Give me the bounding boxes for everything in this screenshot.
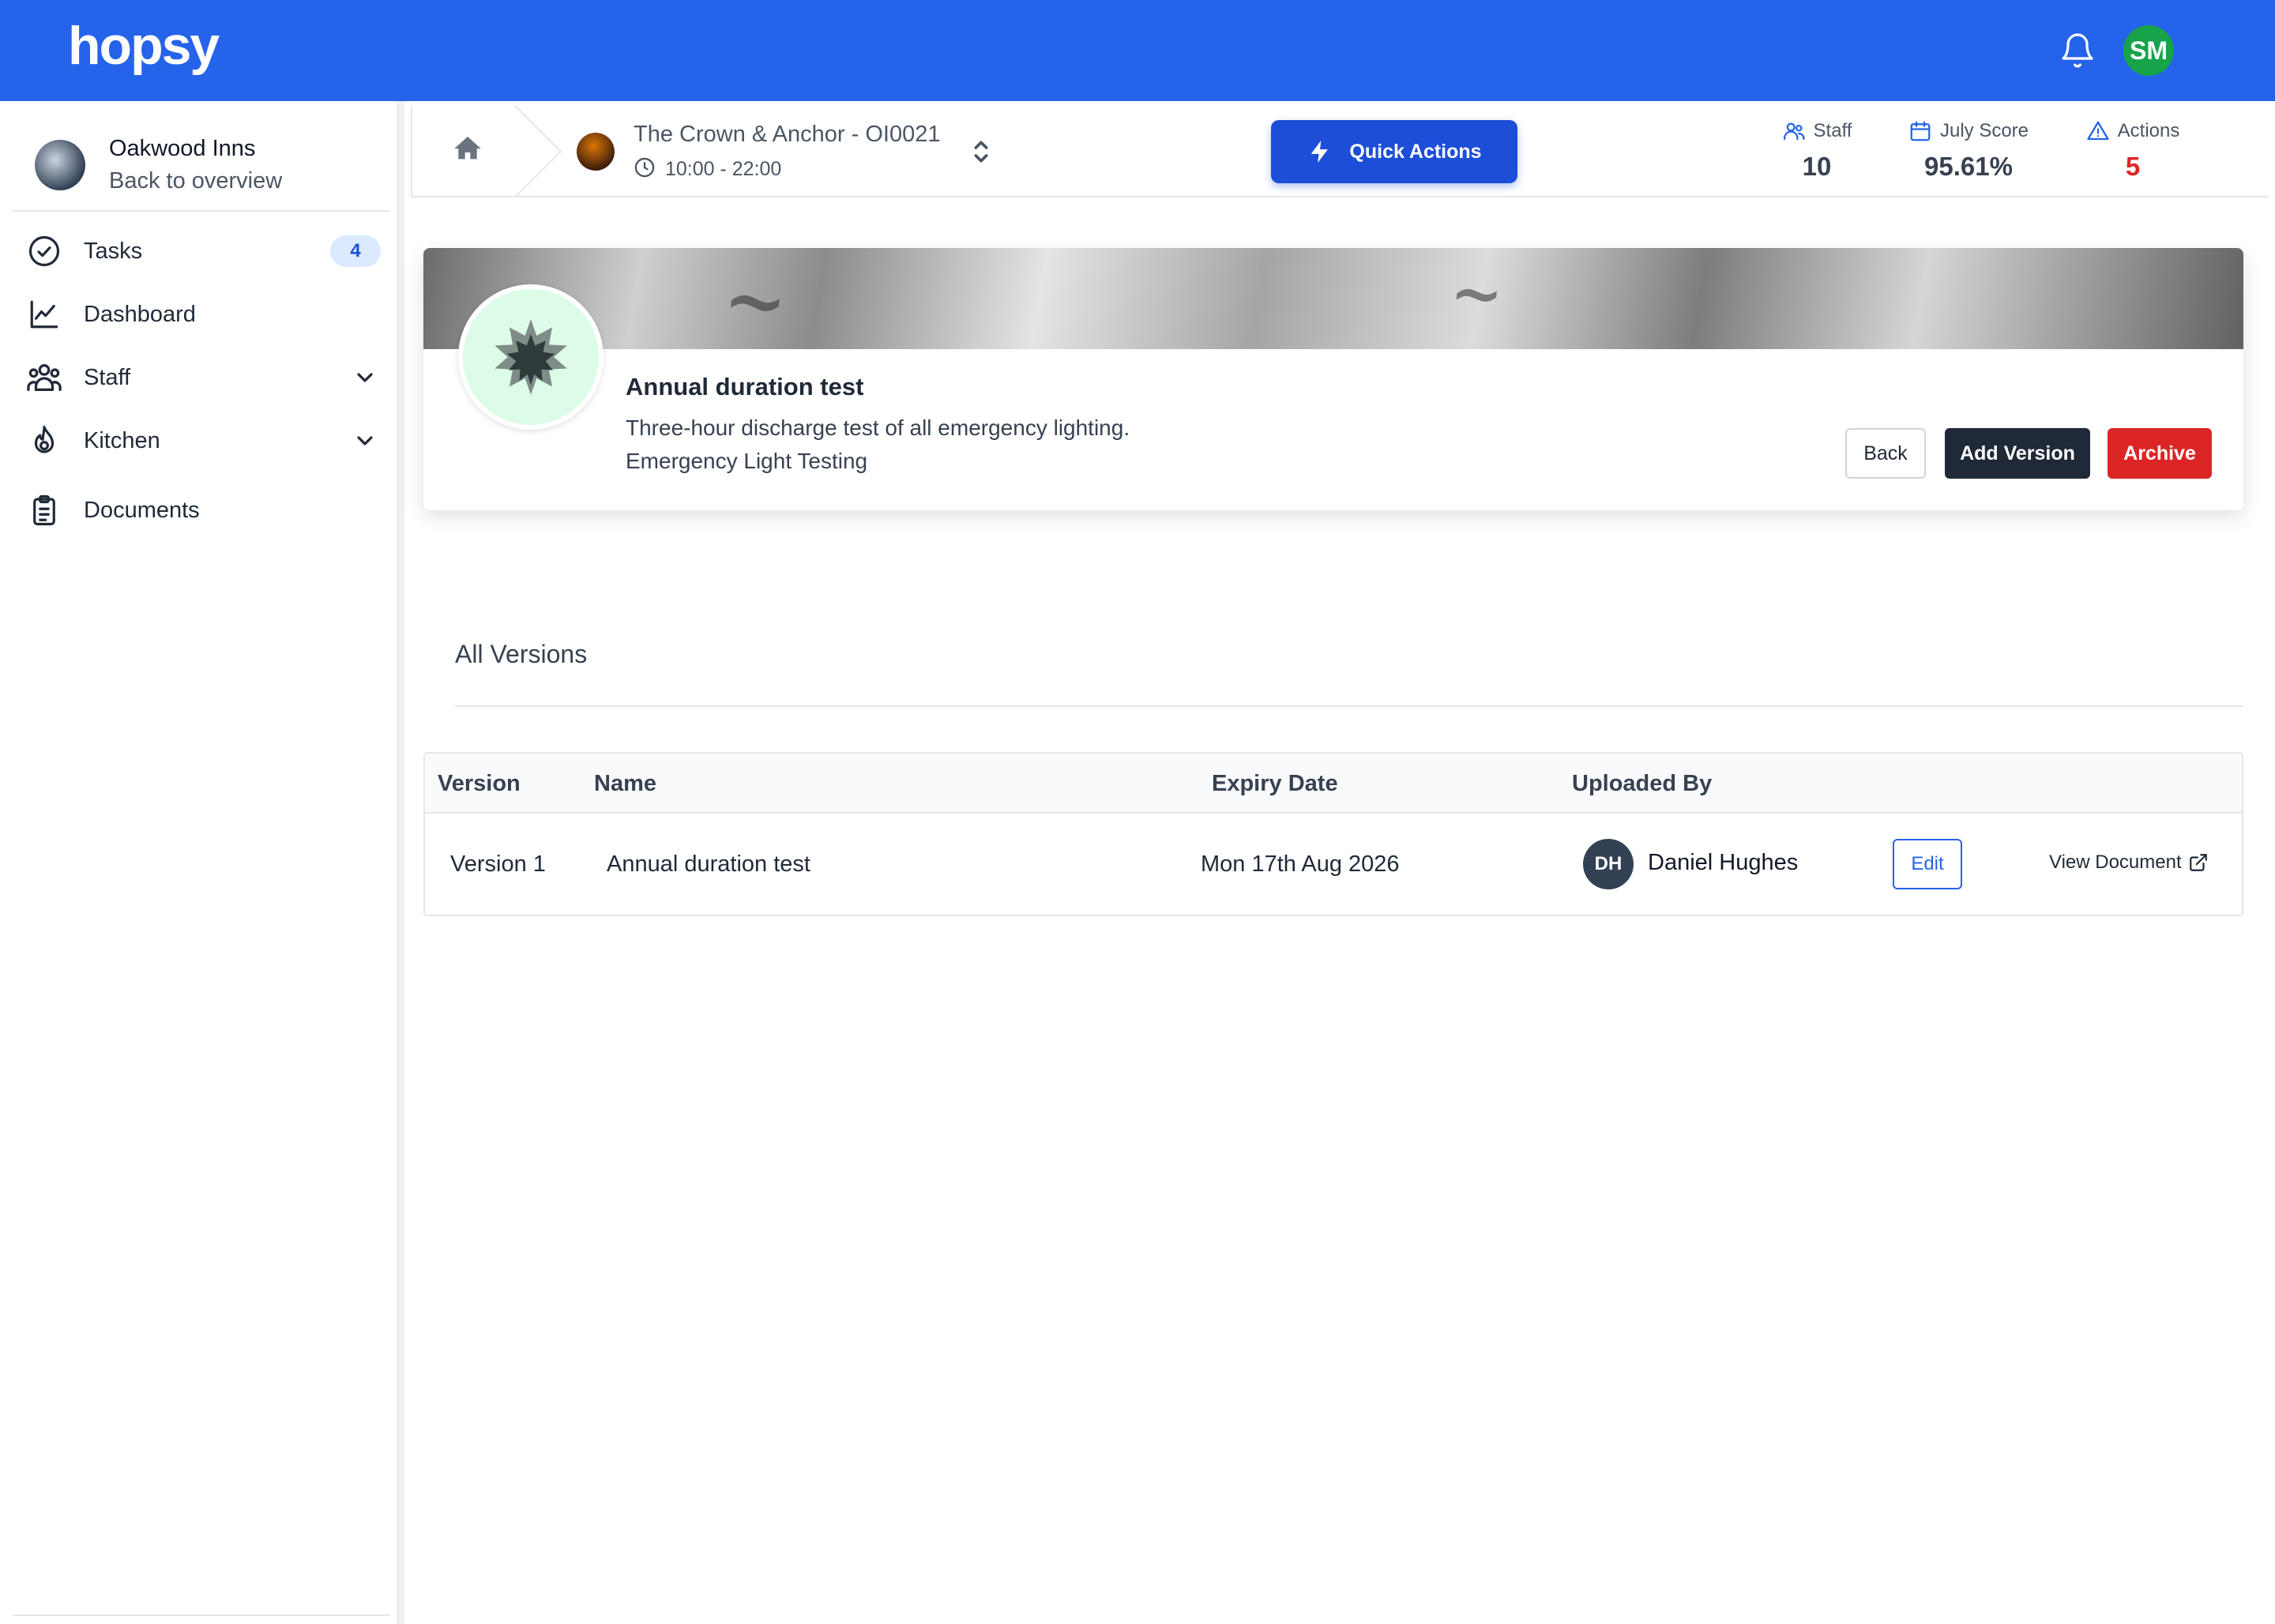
document-category: Emergency Light Testing — [626, 449, 868, 473]
sidebar-item-label: Documents — [84, 497, 200, 523]
check-circle-icon — [25, 232, 63, 270]
edit-button[interactable]: Edit — [1893, 839, 1962, 889]
clock-icon — [634, 156, 656, 182]
column-header-expiry: Expiry Date — [1212, 771, 1338, 796]
name-cell: Annual duration test — [607, 851, 810, 877]
stat-value: 10 — [1802, 152, 1832, 181]
chevron-down-icon[interactable] — [349, 425, 381, 457]
sidebar-item-kitchen[interactable]: Kitchen — [25, 415, 381, 466]
stat-label: July Score — [1939, 120, 2029, 141]
users-icon — [1783, 122, 1805, 141]
sidebar-divider — [13, 210, 390, 212]
sidebar-item-label: Kitchen — [84, 427, 160, 453]
org-switcher[interactable]: Oakwood Inns Back to overview — [35, 133, 282, 197]
column-header-name: Name — [594, 771, 656, 796]
uploader-name: Daniel Hughes — [1648, 850, 1799, 875]
quick-actions-label: Quick Actions — [1349, 140, 1482, 163]
bell-icon[interactable] — [2059, 32, 2096, 70]
document-badge-icon — [458, 284, 604, 430]
sidebar-item-label: Staff — [84, 364, 131, 390]
section-title: All Versions — [455, 640, 588, 668]
sidebar: Oakwood Inns Back to overview Tasks 4 Da… — [0, 101, 404, 1624]
versions-table: Version Name Expiry Date Uploaded By Ver… — [423, 752, 2243, 916]
external-link-icon — [2189, 854, 2207, 871]
sidebar-item-staff[interactable]: Staff — [25, 352, 381, 403]
view-document-label: View Document — [2049, 851, 2182, 873]
site-switcher-icon[interactable] — [965, 136, 997, 167]
site-header: The Crown & Anchor - OI0021 10:00 - 22:0… — [411, 106, 2269, 197]
site-hours: 10:00 - 22:00 — [634, 156, 781, 182]
add-version-button[interactable]: Add Version — [1945, 428, 2090, 479]
view-document-link[interactable]: View Document — [2049, 851, 2209, 874]
tasks-count-badge: 4 — [330, 235, 381, 267]
column-header-version: Version — [438, 771, 521, 796]
org-name: Oakwood Inns — [109, 136, 256, 161]
archive-button[interactable]: Archive — [2108, 428, 2212, 479]
back-to-overview-link[interactable]: Back to overview — [109, 164, 282, 197]
org-avatar — [35, 140, 85, 190]
stat-staff[interactable]: Staff 10 — [1769, 117, 1864, 182]
chevron-down-icon[interactable] — [349, 362, 381, 393]
sidebar-item-tasks[interactable]: Tasks 4 — [25, 226, 381, 276]
stat-label: Staff — [1813, 120, 1852, 141]
stat-value: 95.61% — [1924, 152, 2013, 181]
site-name[interactable]: The Crown & Anchor - OI0021 — [634, 122, 940, 148]
lightning-icon — [1307, 136, 1335, 167]
sidebar-footer-divider — [13, 1615, 390, 1616]
stat-value: 5 — [2125, 152, 2141, 181]
column-header-uploaded-by: Uploaded By — [1572, 771, 1713, 796]
stat-july-score[interactable]: July Score 95.61% — [1897, 117, 2040, 182]
version-cell: Version 1 — [450, 851, 546, 877]
site-avatar — [577, 133, 615, 171]
user-avatar[interactable]: SM — [2123, 25, 2174, 76]
top-bar: hopsy SM — [0, 0, 2275, 101]
flame-icon — [25, 422, 63, 460]
calendar-icon — [1910, 121, 1931, 141]
home-icon[interactable] — [452, 133, 490, 171]
expiry-cell: Mon 17th Aug 2026 — [1201, 851, 1400, 877]
document-description: Three-hour discharge test of all emergen… — [626, 415, 1130, 440]
quick-actions-button[interactable]: Quick Actions — [1271, 120, 1517, 183]
section-divider — [455, 705, 2243, 707]
uploader-avatar: DH — [1583, 839, 1634, 889]
table-header: Version Name Expiry Date Uploaded By — [425, 754, 2242, 814]
clipboard-icon — [25, 491, 63, 529]
stat-actions[interactable]: Actions 5 — [2078, 117, 2188, 182]
sidebar-item-label: Tasks — [84, 238, 143, 264]
document-title: Annual duration test — [626, 373, 864, 400]
document-banner-image: ~ ~ — [423, 248, 2243, 349]
stat-label: Actions — [2117, 120, 2180, 141]
app-logo[interactable]: hopsy — [68, 14, 220, 77]
back-button[interactable]: Back — [1845, 428, 1926, 479]
sidebar-item-label: Dashboard — [84, 301, 196, 327]
warning-icon — [2087, 121, 2109, 141]
sidebar-item-documents[interactable]: Documents — [25, 485, 381, 536]
chart-line-icon — [25, 295, 63, 333]
site-hours-text: 10:00 - 22:00 — [665, 158, 782, 180]
sidebar-item-dashboard[interactable]: Dashboard — [25, 289, 381, 340]
breadcrumb-separator — [514, 106, 562, 197]
users-icon — [25, 359, 63, 397]
